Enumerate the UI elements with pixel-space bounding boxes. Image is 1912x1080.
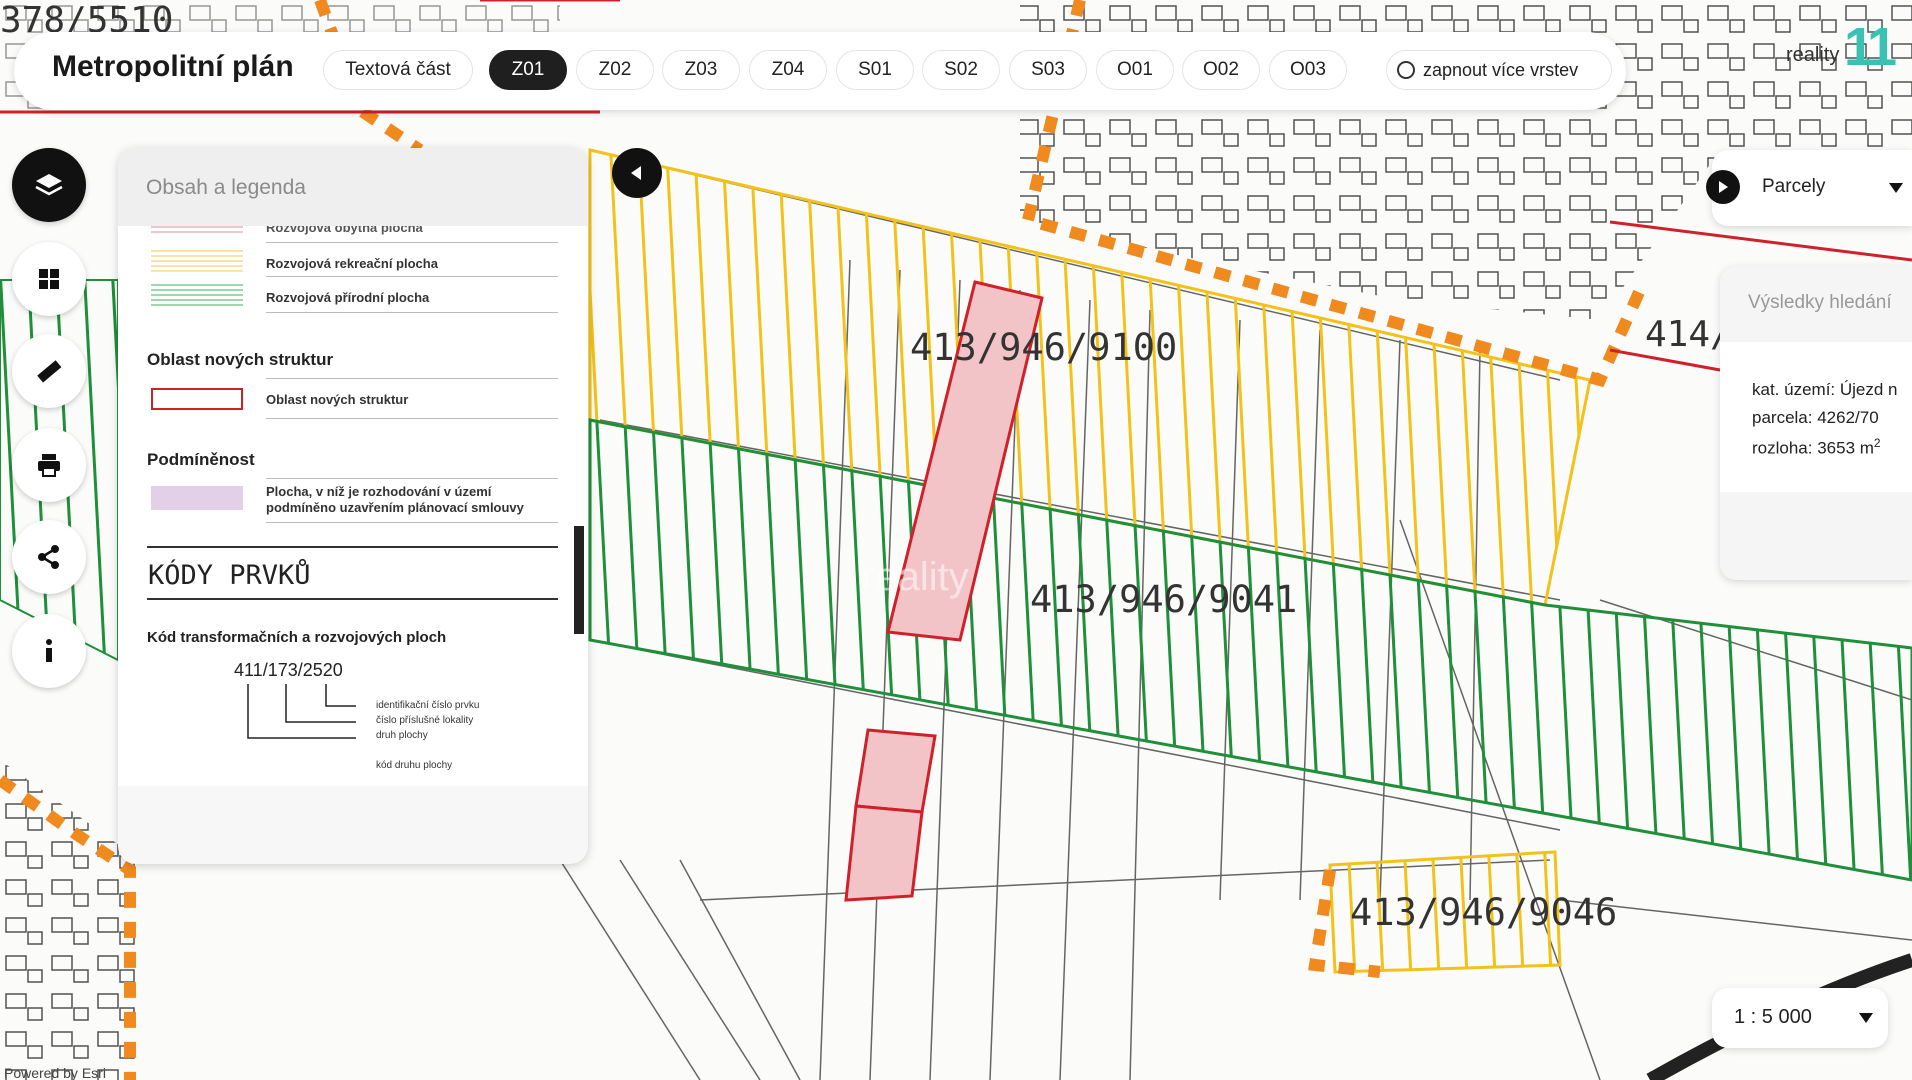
scale-selector[interactable]: 1 : 5 000: [1712, 988, 1888, 1048]
result-rozloha-sup: 2: [1873, 436, 1881, 450]
swatch-nove: [151, 388, 243, 410]
tab-z04[interactable]: Z04: [749, 50, 827, 90]
legend-scrollbar[interactable]: [574, 526, 584, 634]
parcels-dropdown[interactable]: Parcely: [1706, 150, 1912, 226]
more-layers-toggle[interactable]: zapnout více vrstev: [1386, 50, 1612, 90]
tab-z01[interactable]: Z01: [489, 50, 567, 90]
result-kat: kat. území: Újezd n: [1752, 380, 1898, 399]
result-card[interactable]: kat. území: Újezd n parcela: 4262/70 roz…: [1720, 342, 1912, 492]
chevron-down-icon: [1889, 183, 1903, 193]
collapse-panel-button[interactable]: [612, 148, 662, 198]
swatch-podminenost: [151, 486, 243, 510]
map-label-9100: 413/946/9100: [910, 326, 1177, 369]
tab-s01[interactable]: S01: [836, 50, 914, 90]
legend-rule: [266, 378, 558, 379]
swatch-rekreacni: [151, 250, 243, 274]
legend-item-prirodni: Rozvojová přírodní plocha: [266, 290, 430, 305]
share-button[interactable]: [12, 520, 86, 594]
result-parcela: parcela: 4262/70: [1752, 408, 1879, 427]
swatch-obytna: [151, 226, 243, 234]
attribution: Powered by Esri: [4, 1065, 106, 1080]
tab-z03[interactable]: Z03: [662, 50, 740, 90]
print-icon: [38, 454, 60, 477]
map-label-414: 414/: [1645, 314, 1732, 355]
legend-rule: [266, 418, 558, 419]
legend-item-cut: Rozvojová obytná plocha: [266, 226, 423, 235]
result-rozloha: rozloha: 3653 m: [1752, 438, 1874, 458]
radio-icon[interactable]: [1397, 61, 1415, 79]
grid-button[interactable]: [12, 242, 86, 316]
legend-rule: [266, 522, 558, 523]
tab-textova-cast[interactable]: Textová část: [323, 50, 473, 90]
legend-section-podminenost: Podmíněnost: [147, 450, 255, 469]
layers-icon: [35, 174, 63, 196]
tab-s02[interactable]: S02: [922, 50, 1000, 90]
legend-rule: [266, 478, 558, 479]
brand-logo: reality 11: [1786, 17, 1897, 77]
share-icon: [38, 545, 59, 569]
results-title: Výsledky hledání: [1748, 292, 1892, 313]
kod-desc-4: kód druhu plochy: [376, 760, 453, 771]
watermark: reality: [862, 555, 969, 599]
legend-heading-kody: KÓDY PRVKŮ: [148, 560, 311, 591]
result-rozloha-row: rozloha: 3653 m2: [1752, 436, 1881, 459]
legend-title: Obsah a legenda: [118, 148, 588, 226]
brand-text: reality: [1786, 44, 1840, 66]
chevron-down-icon: [1859, 1013, 1873, 1023]
swatch-prirodni: [151, 284, 243, 308]
legend-divider: [147, 598, 558, 600]
kod-desc-3: druh plochy: [376, 730, 428, 741]
ruler-icon: [37, 360, 62, 383]
tab-o01[interactable]: O01: [1096, 50, 1174, 90]
map-label-9041: 413/946/9041: [1030, 578, 1297, 621]
legend-divider: [147, 546, 558, 548]
info-button[interactable]: [12, 614, 86, 688]
print-button[interactable]: [12, 428, 86, 502]
legend-item-rekreacni: Rozvojová rekreační plocha: [266, 256, 438, 271]
kod-diagram: [247, 684, 356, 739]
tab-s03[interactable]: S03: [1009, 50, 1087, 90]
measure-button[interactable]: [12, 334, 86, 408]
legend-panel: Obsah a legenda Rozvojová obytná plocha …: [118, 148, 588, 864]
tab-o03[interactable]: O03: [1269, 50, 1347, 90]
more-layers-label: zapnout více vrstev: [1423, 59, 1579, 80]
legend-item-podm-1: Plocha, v níž je rozhodování v území: [266, 484, 492, 499]
grid-icon: [39, 269, 59, 289]
brand-mark: 11: [1844, 17, 1897, 77]
tab-o02[interactable]: O02: [1182, 50, 1260, 90]
legend-rule: [266, 242, 558, 243]
app-title: Metropolitní plán: [52, 50, 294, 83]
info-icon: [46, 639, 52, 662]
legend-kod-example: 411/173/2520: [234, 660, 343, 680]
scale-value: 1 : 5 000: [1734, 1006, 1812, 1028]
parcels-dropdown-label: Parcely: [1762, 176, 1826, 197]
map-label-9046: 413/946/9046: [1350, 891, 1617, 934]
layers-button[interactable]: [12, 148, 86, 222]
legend-item-podm-2: podmíněno uzavřením plánovací smlouvy: [266, 500, 524, 515]
search-results-panel: Výsledky hledání kat. území: Újezd n par…: [1720, 266, 1912, 580]
legend-rule: [266, 312, 558, 313]
tab-z02[interactable]: Z02: [576, 50, 654, 90]
chevron-left-icon: [631, 166, 641, 180]
kod-desc-2: číslo příslušné lokality: [376, 715, 474, 726]
legend-content[interactable]: Rozvojová obytná plocha Rozvojová rekrea…: [118, 226, 588, 786]
play-icon[interactable]: [1706, 170, 1740, 204]
top-bar: Metropolitní plán Textová část Z01 Z02 Z…: [14, 32, 1626, 110]
legend-section-nove: Oblast nových struktur: [147, 350, 334, 369]
legend-rule: [266, 276, 558, 277]
legend-kod-section: Kód transformačních a rozvojových ploch: [147, 629, 447, 646]
kod-desc-1: identifikační číslo prvku: [376, 700, 480, 711]
legend-item-nove: Oblast nových struktur: [266, 392, 409, 407]
